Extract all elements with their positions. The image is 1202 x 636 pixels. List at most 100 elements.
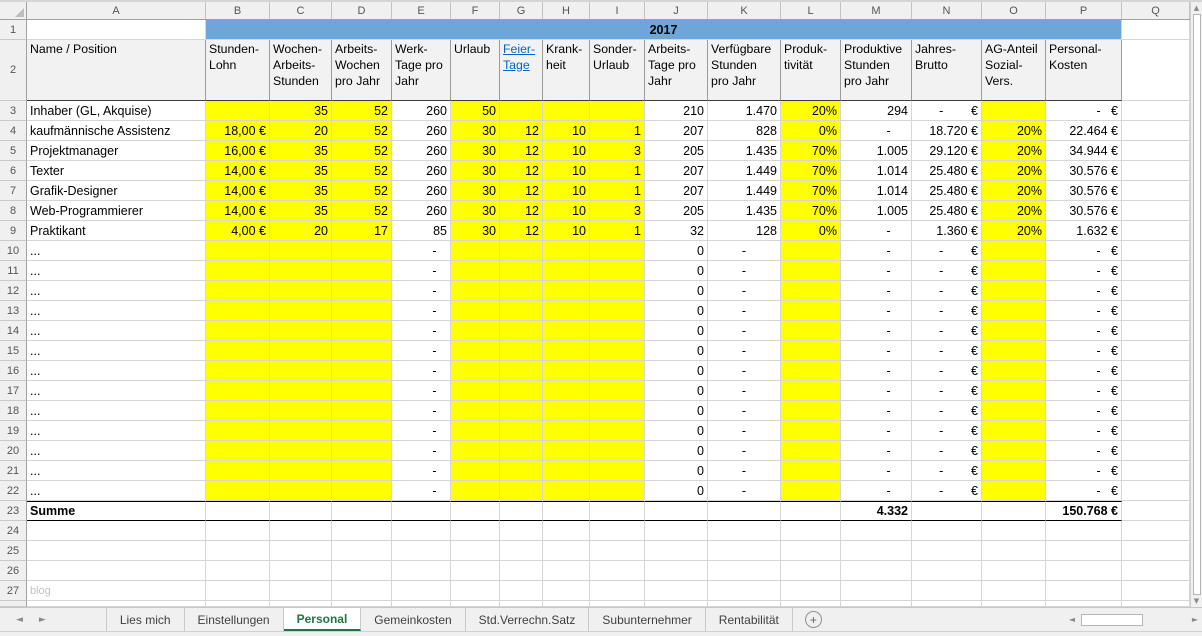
cell-f22[interactable] — [451, 481, 500, 501]
cell-q24[interactable] — [1122, 521, 1190, 541]
cell-b5[interactable]: 16,00 € — [206, 141, 270, 161]
cell-p24[interactable] — [1046, 521, 1122, 541]
cell-p4[interactable]: 22.464 € — [1046, 121, 1122, 141]
cell-l13[interactable] — [781, 301, 841, 321]
cell-q1[interactable] — [1122, 20, 1190, 40]
scroll-down-icon[interactable]: ▼ — [1194, 597, 1199, 605]
cell-b8[interactable]: 14,00 € — [206, 201, 270, 221]
cell-i10[interactable] — [590, 241, 645, 261]
cell-n20[interactable]: - € — [912, 441, 982, 461]
cell-q3[interactable] — [1122, 101, 1190, 121]
cell-k5[interactable]: 1.435 — [708, 141, 781, 161]
cell-b21[interactable] — [206, 461, 270, 481]
cell-m21[interactable]: - — [841, 461, 912, 481]
cell-e12[interactable]: - — [392, 281, 451, 301]
cell-c22[interactable] — [270, 481, 332, 501]
column-header-b[interactable]: B — [206, 2, 270, 19]
cell-k12[interactable]: - — [708, 281, 781, 301]
cell-a24[interactable] — [27, 521, 206, 541]
header-cell-j[interactable]: Arbeits- Tage pro Jahr — [645, 40, 708, 101]
cell-o12[interactable] — [982, 281, 1046, 301]
cell-d24[interactable] — [332, 521, 392, 541]
cell-q22[interactable] — [1122, 481, 1190, 501]
cell-a9[interactable]: Praktikant — [27, 221, 206, 241]
cell-c24[interactable] — [270, 521, 332, 541]
cell-q27[interactable] — [1122, 581, 1190, 601]
cell-o9[interactable]: 20% — [982, 221, 1046, 241]
cell-l20[interactable] — [781, 441, 841, 461]
cell-a20[interactable]: ... — [27, 441, 206, 461]
cell-i6[interactable]: 1 — [590, 161, 645, 181]
cell-p23[interactable]: 150.768 € — [1046, 501, 1122, 521]
cell-h19[interactable] — [543, 421, 590, 441]
cell-h16[interactable] — [543, 361, 590, 381]
cell-a11[interactable]: ... — [27, 261, 206, 281]
sheet-nav-right-icon[interactable]: ► — [39, 615, 46, 625]
cell-h14[interactable] — [543, 321, 590, 341]
cell-h20[interactable] — [543, 441, 590, 461]
cell-i19[interactable] — [590, 421, 645, 441]
cell-a26[interactable] — [27, 561, 206, 581]
cell-j4[interactable]: 207 — [645, 121, 708, 141]
row-header-1[interactable]: 1 — [0, 20, 27, 40]
header-cell-m[interactable]: Produktive Stunden pro Jahr — [841, 40, 912, 101]
cell-p11[interactable]: - € — [1046, 261, 1122, 281]
cell-k8[interactable]: 1.435 — [708, 201, 781, 221]
cell-q5[interactable] — [1122, 141, 1190, 161]
header-cell-a[interactable]: Name / Position — [27, 40, 206, 101]
cell-a21[interactable]: ... — [27, 461, 206, 481]
cell-l16[interactable] — [781, 361, 841, 381]
cell-l22[interactable] — [781, 481, 841, 501]
row-header-25[interactable]: 25 — [0, 541, 27, 561]
cell-g14[interactable] — [500, 321, 543, 341]
cell-o22[interactable] — [982, 481, 1046, 501]
horizontal-scroll-track[interactable] — [1079, 614, 1188, 626]
column-header-d[interactable]: D — [332, 2, 392, 19]
header-label-g[interactable]: Feier- Tage — [503, 42, 535, 74]
row-header-4[interactable]: 4 — [0, 121, 27, 141]
cell-c3[interactable]: 35 — [270, 101, 332, 121]
cell-k13[interactable]: - — [708, 301, 781, 321]
column-header-a[interactable]: A — [27, 2, 206, 19]
cell-h11[interactable] — [543, 261, 590, 281]
cell-d16[interactable] — [332, 361, 392, 381]
cell-h25[interactable] — [543, 541, 590, 561]
vertical-scroll-thumb[interactable] — [1193, 14, 1201, 595]
cell-o20[interactable] — [982, 441, 1046, 461]
cell-f14[interactable] — [451, 321, 500, 341]
column-header-o[interactable]: O — [982, 2, 1046, 19]
cell-b27[interactable] — [206, 581, 270, 601]
cell-j7[interactable]: 207 — [645, 181, 708, 201]
row-header-14[interactable]: 14 — [0, 321, 27, 341]
cell-k19[interactable]: - — [708, 421, 781, 441]
cell-h6[interactable]: 10 — [543, 161, 590, 181]
cell-g5[interactable]: 12 — [500, 141, 543, 161]
cell-g12[interactable] — [500, 281, 543, 301]
row-header-6[interactable]: 6 — [0, 161, 27, 181]
cell-e10[interactable]: - — [392, 241, 451, 261]
cell-p12[interactable]: - € — [1046, 281, 1122, 301]
cell-k21[interactable]: - — [708, 461, 781, 481]
cell-d19[interactable] — [332, 421, 392, 441]
cell-a19[interactable]: ... — [27, 421, 206, 441]
cell-a1[interactable] — [27, 20, 206, 40]
cell-o7[interactable]: 20% — [982, 181, 1046, 201]
cell-j23[interactable] — [645, 501, 708, 521]
cell-q16[interactable] — [1122, 361, 1190, 381]
column-header-f[interactable]: F — [451, 2, 500, 19]
cell-h23[interactable] — [543, 501, 590, 521]
cell-b7[interactable]: 14,00 € — [206, 181, 270, 201]
cell-b6[interactable]: 14,00 € — [206, 161, 270, 181]
cell-i12[interactable] — [590, 281, 645, 301]
cell-e27[interactable] — [392, 581, 451, 601]
cell-f9[interactable]: 30 — [451, 221, 500, 241]
cell-e11[interactable]: - — [392, 261, 451, 281]
cell-m26[interactable] — [841, 561, 912, 581]
cell-j21[interactable]: 0 — [645, 461, 708, 481]
cell-n22[interactable]: - € — [912, 481, 982, 501]
cell-p3[interactable]: - € — [1046, 101, 1122, 121]
cell-j27[interactable] — [645, 581, 708, 601]
cell-n27[interactable] — [912, 581, 982, 601]
cell-k17[interactable]: - — [708, 381, 781, 401]
cell-o8[interactable]: 20% — [982, 201, 1046, 221]
